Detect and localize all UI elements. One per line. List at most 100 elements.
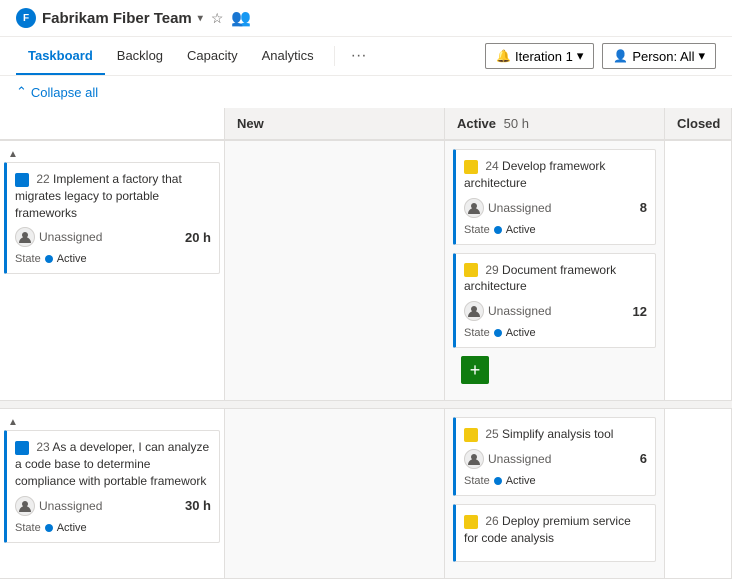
state-label-24: State <box>464 224 490 236</box>
story-23-avatar <box>15 496 35 516</box>
task-25-meta: Unassigned 6 <box>464 449 647 469</box>
task-26-title: 26 Deploy premium service for code analy… <box>464 513 647 547</box>
task-24-meta: Unassigned 8 <box>464 198 647 218</box>
row2-closed-cell <box>665 409 732 577</box>
col-active-count: 50 h <box>504 116 529 131</box>
story-22-hours: 20 h <box>185 230 211 245</box>
task-25-text: Simplify analysis tool <box>502 427 613 441</box>
task-25-assignee: Unassigned <box>488 452 551 466</box>
task-29-state: State Active <box>464 327 647 339</box>
board-row-2: ▲ 23 As a developer, I can analyze a cod… <box>0 409 732 578</box>
task-29-id: 29 <box>485 263 498 277</box>
task-icon-26 <box>464 515 478 529</box>
task-29-meta: Unassigned 12 <box>464 301 647 321</box>
row2-collapse-icon[interactable]: ▲ <box>8 417 18 428</box>
collapse-icon: ⌃ <box>16 84 27 100</box>
iteration-label: Iteration 1 <box>515 49 573 64</box>
col-new-label: New <box>237 116 264 131</box>
team-name-button[interactable]: F Fabrikam Fiber Team ▾ <box>16 8 203 28</box>
story-22-state: State Active <box>15 253 211 265</box>
active-dot <box>45 255 53 263</box>
task-24-state: State Active <box>464 224 647 236</box>
team-chevron-icon: ▾ <box>198 13 203 24</box>
add-task-button-row1[interactable]: + <box>461 356 489 384</box>
favorite-icon[interactable]: ☆ <box>211 10 224 27</box>
task-29-avatar <box>464 301 484 321</box>
task-icon-25 <box>464 428 478 442</box>
col-header-new: New <box>225 108 445 140</box>
row1-collapse-icon[interactable]: ▲ <box>8 149 18 160</box>
task-24-user: Unassigned <box>464 198 551 218</box>
person-icon: 👤 <box>613 49 628 63</box>
more-menu-button[interactable]: ··· <box>343 37 375 75</box>
story-22-title: 22 Implement a factory that migrates leg… <box>15 171 211 221</box>
row1-new-cell <box>225 141 445 400</box>
tab-backlog[interactable]: Backlog <box>105 38 175 75</box>
col-header-active: Active 50 h <box>445 108 665 140</box>
iteration-button[interactable]: 🔔 Iteration 1 ▾ <box>485 43 594 69</box>
state-text-25: Active <box>506 475 536 487</box>
collapse-label: Collapse all <box>31 85 98 100</box>
tab-taskboard[interactable]: Taskboard <box>16 38 105 75</box>
board-toolbar: ⌃ Collapse all <box>0 76 732 108</box>
story-22-avatar <box>15 227 35 247</box>
iteration-icon: 🔔 <box>496 49 511 63</box>
task-24-id: 24 <box>485 159 498 173</box>
story-23-meta: Unassigned 30 h <box>15 496 211 516</box>
col-header-closed: Closed <box>665 108 732 140</box>
task-24-hours: 8 <box>640 200 647 215</box>
story-22-user: Unassigned <box>15 227 102 247</box>
active-dot-29 <box>494 329 502 337</box>
col-header-left <box>0 108 225 140</box>
story-card-23: 23 As a developer, I can analyze a code … <box>4 430 220 542</box>
board-scroll: ▲ 22 Implement a factory that migrates l… <box>0 141 732 579</box>
task-icon-24 <box>464 160 478 174</box>
state-text: Active <box>57 253 87 265</box>
task-29-user: Unassigned <box>464 301 551 321</box>
nav-tabs: Taskboard Backlog Capacity Analytics ···… <box>0 37 732 76</box>
row1-header: ▲ <box>4 145 220 162</box>
task-25-user: Unassigned <box>464 449 551 469</box>
active-dot-24 <box>494 226 502 234</box>
state-text-29: Active <box>506 327 536 339</box>
task-card-26: 26 Deploy premium service for code analy… <box>453 504 656 562</box>
tab-capacity[interactable]: Capacity <box>175 38 250 75</box>
story-23-assignee: Unassigned <box>39 499 102 513</box>
task-card-25: 25 Simplify analysis tool Unassigned 6 <box>453 417 656 496</box>
state-label: State <box>15 253 41 265</box>
person-label: Person: All <box>632 49 694 64</box>
story-23-id: 23 <box>36 440 49 454</box>
row2-header: ▲ <box>4 413 220 430</box>
iteration-chevron: ▾ <box>577 48 584 64</box>
board-row-1: ▲ 22 Implement a factory that migrates l… <box>0 141 732 401</box>
row2-active-cell: 25 Simplify analysis tool Unassigned 6 <box>445 409 665 577</box>
nav-divider <box>334 46 335 66</box>
state-label-29: State <box>464 327 490 339</box>
row-separator <box>0 401 732 409</box>
members-icon[interactable]: 👥 <box>231 8 251 28</box>
person-chevron: ▾ <box>698 48 705 64</box>
team-name-label: Fabrikam Fiber Team <box>42 10 192 27</box>
state-text-23: Active <box>57 522 87 534</box>
story-23-state: State Active <box>15 522 211 534</box>
task-card-29: 29 Document framework architecture Unass… <box>453 253 656 349</box>
top-bar: F Fabrikam Fiber Team ▾ ☆ 👥 <box>0 0 732 37</box>
col-closed-label: Closed <box>677 116 720 131</box>
story-23-title: 23 As a developer, I can analyze a code … <box>15 439 211 489</box>
task-25-id: 25 <box>485 427 498 441</box>
story-22-assignee: Unassigned <box>39 230 102 244</box>
row1-story-cell: ▲ 22 Implement a factory that migrates l… <box>0 141 225 400</box>
tab-analytics[interactable]: Analytics <box>250 38 326 75</box>
task-25-hours: 6 <box>640 451 647 466</box>
story-icon <box>15 173 29 187</box>
nav-right: 🔔 Iteration 1 ▾ 👤 Person: All ▾ <box>485 43 716 69</box>
row2-story-cell: ▲ 23 As a developer, I can analyze a cod… <box>0 409 225 577</box>
collapse-all-button[interactable]: ⌃ Collapse all <box>16 84 98 100</box>
person-button[interactable]: 👤 Person: All ▾ <box>602 43 716 69</box>
state-label-25: State <box>464 475 490 487</box>
task-25-state: State Active <box>464 475 647 487</box>
row2-new-cell <box>225 409 445 577</box>
task-29-title: 29 Document framework architecture <box>464 262 647 296</box>
task-24-title: 24 Develop framework architecture <box>464 158 647 192</box>
story-card-22: 22 Implement a factory that migrates leg… <box>4 162 220 274</box>
